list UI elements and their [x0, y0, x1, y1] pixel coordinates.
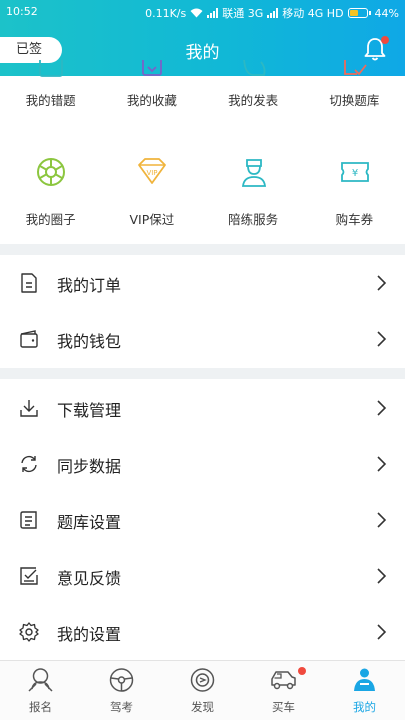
menu-item-label: 我的订单: [57, 276, 122, 295]
signal-icon: [207, 8, 219, 18]
grid-item-posts[interactable]: 我的发表: [203, 60, 304, 132]
grid-item-label: 我的收藏: [126, 93, 177, 108]
chevron-right-icon: [377, 331, 387, 347]
carrier-2: 移动 4G HD: [282, 7, 344, 20]
grid-item-wrong-questions[interactable]: 我的错题: [0, 60, 101, 132]
menu-item-label: 同步数据: [57, 457, 122, 476]
wallet-icon: [20, 330, 38, 348]
battery-level: 44%: [374, 6, 399, 20]
grid-item-circle[interactable]: 我的圈子: [0, 156, 101, 228]
menu-item-label: 题库设置: [57, 513, 122, 532]
favorites-icon: [142, 60, 163, 76]
status-bar: 10:52 0.11K/s 联通 3G 移动 4G HD 44%: [0, 0, 405, 24]
menu-item-orders[interactable]: 我的订单: [0, 255, 405, 311]
grid-item-label: 购车券: [335, 212, 374, 227]
signal-icon-2: [267, 8, 279, 18]
grid-item-label: 我的发表: [228, 93, 279, 108]
section-divider: [0, 368, 405, 379]
coach-icon: [241, 159, 266, 187]
nav-tab-signup[interactable]: 报名: [0, 661, 81, 720]
svg-text:¥: ¥: [352, 168, 358, 179]
svg-text:VIP: VIP: [147, 169, 158, 177]
order-icon: [21, 273, 37, 293]
nav-label: 发现: [191, 700, 214, 714]
nav-tab-discover[interactable]: 发现: [162, 661, 243, 720]
carrier-1: 联通 3G: [222, 7, 264, 20]
grid-item-label: 我的错题: [25, 93, 76, 108]
notification-button[interactable]: [363, 36, 389, 62]
nav-label: 我的: [353, 700, 376, 714]
network-speed: 0.11K/s: [145, 6, 187, 20]
profile-icon: [354, 668, 375, 691]
chevron-right-icon: [377, 275, 387, 291]
nav-label: 报名: [29, 700, 52, 714]
grid-item-favorites[interactable]: 我的收藏: [101, 60, 202, 132]
signup-icon: [28, 668, 53, 692]
grid-item-label: 切换题库: [329, 93, 380, 108]
nav-tab-buy-car[interactable]: 买车: [243, 661, 324, 720]
nav-tab-exam[interactable]: 驾考: [81, 661, 162, 720]
status-indicators: 0.11K/s 联通 3G 移动 4G HD 44%: [145, 5, 399, 21]
feedback-icon: [20, 567, 38, 585]
bank-settings-icon: [20, 511, 37, 529]
download-icon: [20, 400, 38, 417]
chevron-right-icon: [377, 456, 387, 472]
menu-item-feedback[interactable]: 意见反馈: [0, 548, 405, 604]
menu-item-wallet[interactable]: 我的钱包: [0, 311, 405, 367]
menu-item-label: 我的设置: [57, 625, 122, 644]
status-time: 10:52: [6, 5, 38, 18]
menu-item-sync[interactable]: 同步数据: [0, 436, 405, 492]
grid-item-label: VIP保过: [129, 212, 175, 227]
menu-item-label: 我的钱包: [57, 332, 122, 351]
sync-icon: [21, 455, 37, 473]
battery-icon: [347, 8, 368, 18]
battery-nub: [368, 11, 371, 15]
chevron-right-icon: [377, 568, 387, 584]
menu-item-label: 下载管理: [57, 401, 122, 420]
menu-item-download[interactable]: 下载管理: [0, 380, 405, 436]
posts-icon: [242, 60, 265, 76]
grid-item-vip[interactable]: VIP VIP保过: [101, 156, 202, 228]
switch-bank-icon: [343, 60, 367, 76]
grid-item-coach[interactable]: 陪练服务: [203, 156, 304, 228]
grid-row-1: 我的错题 我的收藏 我的发表 切换题库: [0, 60, 405, 132]
bottom-nav: 报名 驾考 发现 买车 我的: [0, 660, 405, 720]
car-icon: [271, 671, 296, 690]
notification-badge: [381, 36, 389, 44]
chevron-right-icon: [377, 400, 387, 416]
grid-item-label: 我的圈子: [25, 212, 76, 227]
menu-item-bank-settings[interactable]: 题库设置: [0, 492, 405, 548]
chevron-right-icon: [377, 512, 387, 528]
feature-grid: 我的错题 我的收藏 我的发表 切换题库 我的圈子 VIP VIP保过 陪练服务 …: [0, 60, 405, 244]
chevron-right-icon: [377, 624, 387, 640]
menu-item-settings[interactable]: 我的设置: [0, 604, 405, 660]
grid-item-switch-bank[interactable]: 切换题库: [304, 60, 405, 132]
wifi-icon: [190, 8, 203, 18]
vip-diamond-icon: VIP: [138, 158, 167, 184]
nav-tab-profile[interactable]: 我的: [324, 661, 405, 720]
circle-icon: [37, 158, 65, 186]
discover-icon: [190, 668, 215, 692]
nav-label: 买车: [272, 700, 295, 714]
coupon-icon: ¥: [340, 162, 369, 182]
steering-wheel-icon: [109, 668, 134, 692]
gear-icon: [19, 622, 39, 642]
section-divider: [0, 244, 405, 255]
wrong-questions-icon: [39, 60, 63, 77]
grid-item-label: 陪练服务: [228, 212, 279, 227]
nav-badge: [298, 667, 306, 675]
menu-item-label: 意见反馈: [57, 569, 122, 588]
grid-item-coupon[interactable]: ¥ 购车券: [304, 156, 405, 228]
grid-row-2: 我的圈子 VIP VIP保过 陪练服务 ¥ 购车券: [0, 156, 405, 228]
nav-label: 驾考: [110, 700, 133, 714]
